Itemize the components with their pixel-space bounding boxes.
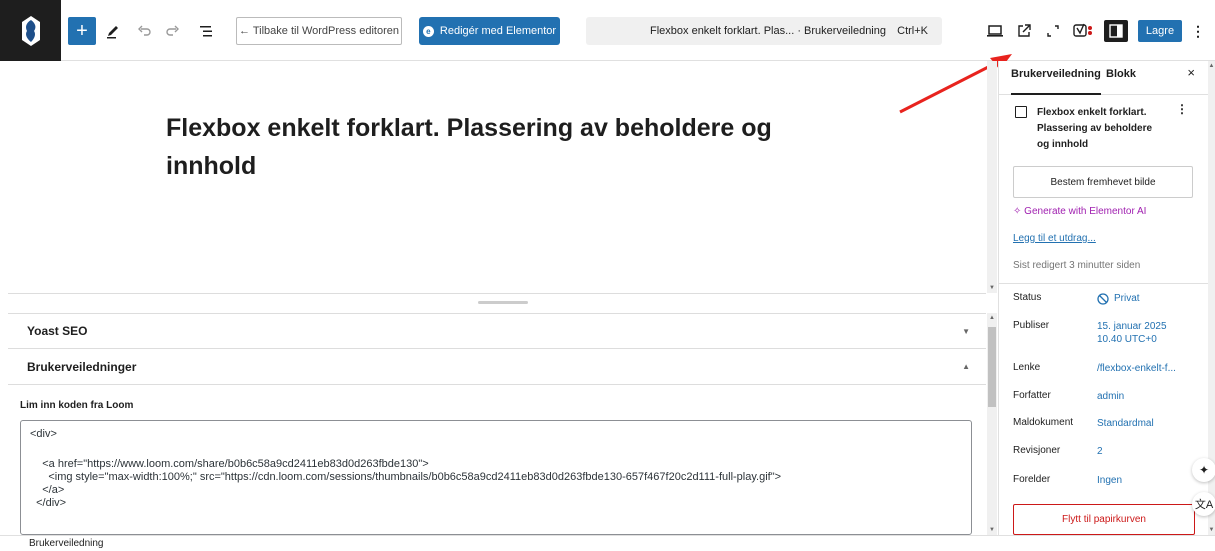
loom-code-label: Lim inn koden fra Loom bbox=[20, 400, 134, 411]
tab-document[interactable]: Brukerveiledning bbox=[1011, 61, 1101, 95]
command-bar-shortcut: Ctrl+K bbox=[897, 25, 928, 37]
back-to-wordpress-button[interactable]: ← Tilbake til WordPress editoren bbox=[236, 17, 402, 45]
private-icon bbox=[1097, 292, 1109, 305]
desktop-preview-icon[interactable] bbox=[984, 17, 1008, 45]
resize-handle[interactable] bbox=[478, 301, 528, 304]
code-line: </a> bbox=[30, 484, 65, 496]
summary-key: Maldokument bbox=[1013, 417, 1074, 428]
publish-date-value[interactable]: 15. januar 2025 10.40 UTC+0 bbox=[1097, 320, 1187, 346]
options-kebab-icon[interactable]: ⋮ bbox=[1188, 17, 1208, 45]
metabox-resize-bar[interactable] bbox=[8, 293, 986, 313]
save-button[interactable]: Lagre bbox=[1138, 20, 1182, 42]
sidebar-toggle-icon[interactable] bbox=[1104, 20, 1128, 42]
summary-key: Forelder bbox=[1013, 474, 1051, 485]
edit-with-elementor-label: Redigér med Elementor bbox=[439, 25, 557, 37]
yoast-icon[interactable] bbox=[1071, 17, 1095, 45]
last-edited-text: Sist redigert 3 minutter siden bbox=[1013, 260, 1141, 271]
set-featured-image-button[interactable]: Bestem fremhevet bilde bbox=[1013, 166, 1193, 198]
summary-key: Lenke bbox=[1013, 362, 1041, 373]
editor-top-toolbar: + ← Tilbake til WordPress editoren e Red… bbox=[0, 0, 1215, 61]
document-icon bbox=[1015, 106, 1027, 118]
close-icon[interactable]: × bbox=[1187, 65, 1195, 80]
chevron-up-icon[interactable]: ▲ bbox=[962, 362, 970, 371]
command-bar-title: Flexbox enkelt forklart. Plas... · Bruke… bbox=[650, 25, 886, 37]
tab-block[interactable]: Blokk bbox=[1106, 61, 1136, 95]
code-line: <a href="https://www.loom.com/share/b0b6… bbox=[30, 458, 429, 470]
scroll-up-icon[interactable]: ▲ bbox=[1208, 63, 1215, 69]
move-to-trash-button[interactable]: Flytt til papirkurven bbox=[1013, 504, 1195, 535]
chevron-down-icon[interactable]: ▼ bbox=[962, 327, 970, 336]
edit-with-elementor-button[interactable]: e Redigér med Elementor bbox=[419, 17, 560, 45]
author-value[interactable]: admin bbox=[1097, 390, 1124, 403]
summary-key: Revisjoner bbox=[1013, 445, 1061, 456]
elementor-ai-link[interactable]: ✧ Generate with Elementor AI bbox=[1013, 206, 1146, 217]
translate-icon[interactable]: 文A bbox=[1192, 492, 1215, 516]
elementor-ai-label: Generate with Elementor AI bbox=[1024, 206, 1147, 217]
add-block-button[interactable]: + bbox=[68, 17, 96, 45]
code-line: <div> bbox=[30, 428, 57, 440]
breadcrumb[interactable]: Brukerveiledning bbox=[0, 535, 1215, 551]
settings-sidebar: Brukerveiledning Blokk × Flexbox enkelt … bbox=[998, 61, 1209, 535]
guides-title: Brukerveiledninger bbox=[27, 359, 137, 374]
yoast-seo-title: Yoast SEO bbox=[27, 324, 88, 338]
editor-canvas: Flexbox enkelt forklart. Plassering av b… bbox=[8, 61, 986, 293]
permalink-value[interactable]: /flexbox-enkelt-f... bbox=[1097, 362, 1176, 375]
pencil-icon[interactable] bbox=[101, 17, 125, 45]
undo-icon[interactable] bbox=[132, 17, 156, 45]
guides-metabox[interactable]: Brukerveiledninger ▲ bbox=[8, 349, 986, 385]
redo-icon[interactable] bbox=[161, 17, 185, 45]
post-title[interactable]: Flexbox enkelt forklart. Plassering av b… bbox=[166, 109, 866, 185]
scroll-down-icon[interactable]: ▼ bbox=[987, 285, 997, 291]
sparkle-icon: ✧ bbox=[1013, 206, 1025, 217]
template-value[interactable]: Standardmal bbox=[1097, 417, 1154, 430]
site-logo-icon[interactable] bbox=[0, 0, 61, 61]
metabox-scrollbar[interactable]: ▲ ▼ bbox=[987, 313, 997, 535]
scroll-down-icon[interactable]: ▼ bbox=[1208, 527, 1215, 533]
command-palette-bar[interactable]: Flexbox enkelt forklart. Plas... · Bruke… bbox=[586, 17, 942, 45]
canvas-scrollbar[interactable]: ▼ bbox=[987, 61, 997, 293]
summary-key: Forfatter bbox=[1013, 390, 1051, 401]
summary-key: Status bbox=[1013, 292, 1042, 303]
ai-sparkle-icon[interactable]: ✦ bbox=[1192, 458, 1215, 482]
code-line: </div> bbox=[30, 497, 67, 509]
external-link-icon[interactable] bbox=[1012, 17, 1036, 45]
list-view-icon[interactable] bbox=[194, 17, 218, 45]
revisions-value[interactable]: 2 bbox=[1097, 445, 1103, 458]
sidebar-post-title: Flexbox enkelt forklart. Plassering av b… bbox=[1037, 107, 1153, 150]
add-excerpt-link[interactable]: Legg til et utdrag... bbox=[1013, 233, 1096, 244]
summary-key: Publiser bbox=[1013, 320, 1050, 331]
fullscreen-icon[interactable] bbox=[1041, 17, 1065, 45]
parent-value[interactable]: Ingen bbox=[1097, 474, 1122, 487]
elementor-icon: e bbox=[422, 25, 434, 37]
yoast-seo-metabox[interactable]: Yoast SEO ▼ bbox=[8, 313, 986, 349]
scroll-up-icon[interactable]: ▲ bbox=[987, 315, 997, 321]
sidebar-divider bbox=[999, 283, 1209, 284]
sidebar-tabs: Brukerveiledning Blokk × bbox=[999, 61, 1209, 95]
code-line: <img style="max-width:100%;" src="https:… bbox=[30, 471, 782, 483]
loom-code-textarea[interactable]: <div> <a href="https://www.loom.com/shar… bbox=[20, 420, 972, 535]
status-value-label: Privat bbox=[1114, 293, 1140, 304]
scroll-down-icon[interactable]: ▼ bbox=[987, 527, 997, 533]
status-value[interactable]: Privat bbox=[1097, 292, 1140, 305]
post-actions-kebab-icon[interactable]: ⋮ bbox=[1176, 103, 1188, 115]
scroll-thumb[interactable] bbox=[988, 327, 996, 407]
